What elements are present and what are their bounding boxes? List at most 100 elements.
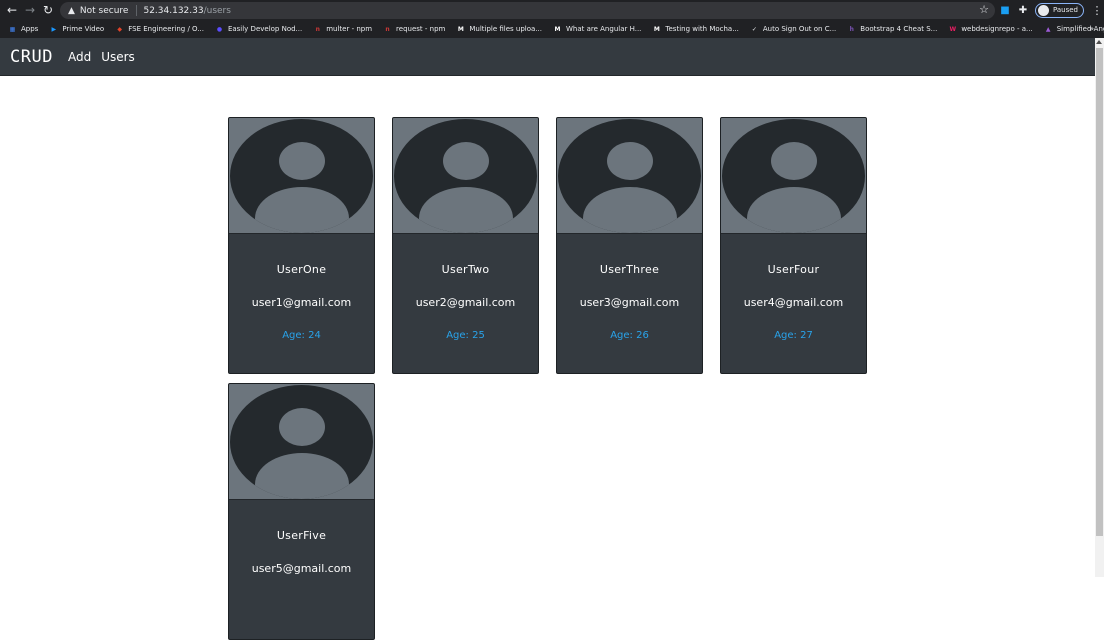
bookmark-item[interactable]: ● Easily Develop Nod... xyxy=(215,25,302,34)
user-email: user5@gmail.com xyxy=(251,562,352,575)
silhouette-head xyxy=(279,408,325,446)
bookmark-label: Easily Develop Nod... xyxy=(227,25,303,33)
bookmark-favicon-icon: M xyxy=(653,25,660,33)
extensions-puzzle-icon[interactable]: ✚ xyxy=(1014,0,1032,20)
profile-status: Paused xyxy=(1052,6,1078,14)
bookmark-favicon-icon: ▲ xyxy=(1045,25,1051,33)
windows-extension-icon[interactable]: ■ xyxy=(996,0,1014,20)
bookmark-favicon-icon: ▦ xyxy=(9,25,16,33)
user-silhouette-icon xyxy=(230,385,373,499)
bookmark-favicon-icon: ● xyxy=(216,25,223,33)
bookmark-favicon-icon: ▶ xyxy=(51,25,57,33)
bookmark-label: Testing with Mocha... xyxy=(665,25,739,33)
user-age: Age: 24 xyxy=(282,330,321,341)
page-scrollbar[interactable] xyxy=(1095,38,1104,577)
user-silhouette-icon xyxy=(230,119,373,233)
bookmark-label: Multiple files uploa... xyxy=(469,25,542,33)
bookmark-favicon-icon: M xyxy=(554,25,561,33)
silhouette-body xyxy=(419,187,513,233)
url-host: 52.34.132.33 xyxy=(143,5,204,16)
user-name: UserFive xyxy=(276,529,327,542)
bookmark-favicon-icon: ◆ xyxy=(117,25,123,33)
bookmark-favicon-icon: ✓ xyxy=(751,25,757,33)
user-silhouette-icon xyxy=(394,119,537,233)
scroll-up-arrow-icon[interactable] xyxy=(1096,40,1102,44)
bookmark-favicon-icon: h xyxy=(849,25,854,33)
bookmark-item[interactable]: Wwebdesignrepo - a... xyxy=(948,25,1033,34)
nav-link-add[interactable]: Add xyxy=(68,50,91,64)
browser-menu-icon[interactable]: ⋮ xyxy=(1090,4,1104,17)
user-email: user1@gmail.com xyxy=(251,296,352,309)
user-avatar-image xyxy=(721,118,866,234)
bookmark-item[interactable]: n multer - npm xyxy=(313,25,372,34)
bookmark-item[interactable]: M Multiple files uploa... xyxy=(456,25,542,34)
bookmark-item[interactable]: ▦ Apps xyxy=(8,25,39,34)
user-avatar-image xyxy=(229,384,374,500)
reload-icon[interactable]: ↻ xyxy=(39,0,57,20)
browser-toolbar: ← → ↻ ▲ Not secure 52.34.132.33/users ☆ … xyxy=(0,0,1104,20)
address-divider xyxy=(136,5,138,16)
bookmark-star-icon[interactable]: ☆ xyxy=(979,3,989,16)
user-name: UserOne xyxy=(276,263,327,276)
toolbar-right: ■ ✚ Paused ⋮ xyxy=(996,0,1104,20)
silhouette-head xyxy=(279,142,325,180)
user-age: Age: 27 xyxy=(774,330,813,341)
user-silhouette-icon xyxy=(722,119,865,233)
user-age: Age: 26 xyxy=(610,330,649,341)
address-bar[interactable]: ▲ Not secure 52.34.132.33/users ☆ xyxy=(60,2,995,19)
bookmark-item[interactable]: ▶ Prime Video xyxy=(49,25,105,34)
silhouette-body xyxy=(583,187,677,233)
bookmark-item[interactable]: h Bootstrap 4 Cheat S... xyxy=(847,25,938,34)
bookmark-label: webdesignrepo - a... xyxy=(961,25,1033,33)
bookmark-item[interactable]: ✓ Auto Sign Out on C... xyxy=(750,25,836,34)
user-card[interactable]: UserTwo user2@gmail.com Age: 25 xyxy=(392,117,539,374)
bookmark-label: multer - npm xyxy=(326,25,373,33)
user-card[interactable]: UserFive user5@gmail.com xyxy=(228,383,375,640)
user-age: Age: 25 xyxy=(446,330,485,341)
user-email: user3@gmail.com xyxy=(579,296,680,309)
bookmark-favicon-icon: n xyxy=(385,25,390,33)
user-card[interactable]: UserFour user4@gmail.com Age: 27 xyxy=(720,117,867,374)
user-avatar-image xyxy=(557,118,702,234)
browser-chrome: ← → ↻ ▲ Not secure 52.34.132.33/users ☆ … xyxy=(0,0,1104,38)
bookmark-label: Prime Video xyxy=(62,25,105,33)
bookmark-item[interactable]: ▲ Simplified Angular... xyxy=(1044,25,1104,34)
bookmark-item[interactable]: M What are Angular H... xyxy=(553,25,641,34)
bookmark-item[interactable]: M Testing with Mocha... xyxy=(652,25,739,34)
bookmark-label: FSE Engineering / O... xyxy=(128,25,204,33)
avatar xyxy=(1037,4,1049,16)
bookmark-label: What are Angular H... xyxy=(565,25,642,33)
bookmarks-bar: ▦ Apps ▶ Prime Video ◆ FSE Engineering / O...… xyxy=(0,20,1104,38)
silhouette-body xyxy=(255,187,349,233)
bookmark-label: request - npm xyxy=(396,25,446,33)
scroll-thumb[interactable] xyxy=(1096,48,1103,536)
back-arrow-icon[interactable]: ← xyxy=(3,0,21,20)
bookmark-favicon-icon: M xyxy=(457,25,464,33)
bookmark-label: Simplified Angular... xyxy=(1056,25,1104,33)
app-navbar: CRUD Add Users xyxy=(0,38,1095,76)
bookmark-favicon-icon: W xyxy=(949,25,957,33)
user-name: UserTwo xyxy=(441,263,490,276)
bookmark-favicon-icon: n xyxy=(315,25,320,33)
silhouette-body xyxy=(747,187,841,233)
bookmarks-overflow-icon[interactable]: » xyxy=(1089,24,1094,33)
bookmark-item[interactable]: n request - npm xyxy=(383,25,445,34)
user-card[interactable]: UserThree user3@gmail.com Age: 26 xyxy=(556,117,703,374)
user-email: user2@gmail.com xyxy=(415,296,516,309)
user-name: UserFour xyxy=(767,263,820,276)
navbar-brand[interactable]: CRUD xyxy=(10,47,53,67)
profile-button[interactable]: Paused xyxy=(1034,2,1084,18)
bookmark-item[interactable]: ◆ FSE Engineering / O... xyxy=(115,25,204,34)
silhouette-head xyxy=(443,142,489,180)
bookmark-label: Auto Sign Out on C... xyxy=(762,25,837,33)
url-path: /users xyxy=(203,5,231,16)
user-silhouette-icon xyxy=(558,119,701,233)
silhouette-head xyxy=(771,142,817,180)
forward-arrow-icon[interactable]: → xyxy=(21,0,39,20)
bookmark-label: Apps xyxy=(21,25,39,33)
user-card[interactable]: UserOne user1@gmail.com Age: 24 xyxy=(228,117,375,374)
user-avatar-image xyxy=(393,118,538,234)
nav-link-users[interactable]: Users xyxy=(101,50,135,64)
security-label: Not secure xyxy=(79,5,129,16)
user-avatar-image xyxy=(229,118,374,234)
